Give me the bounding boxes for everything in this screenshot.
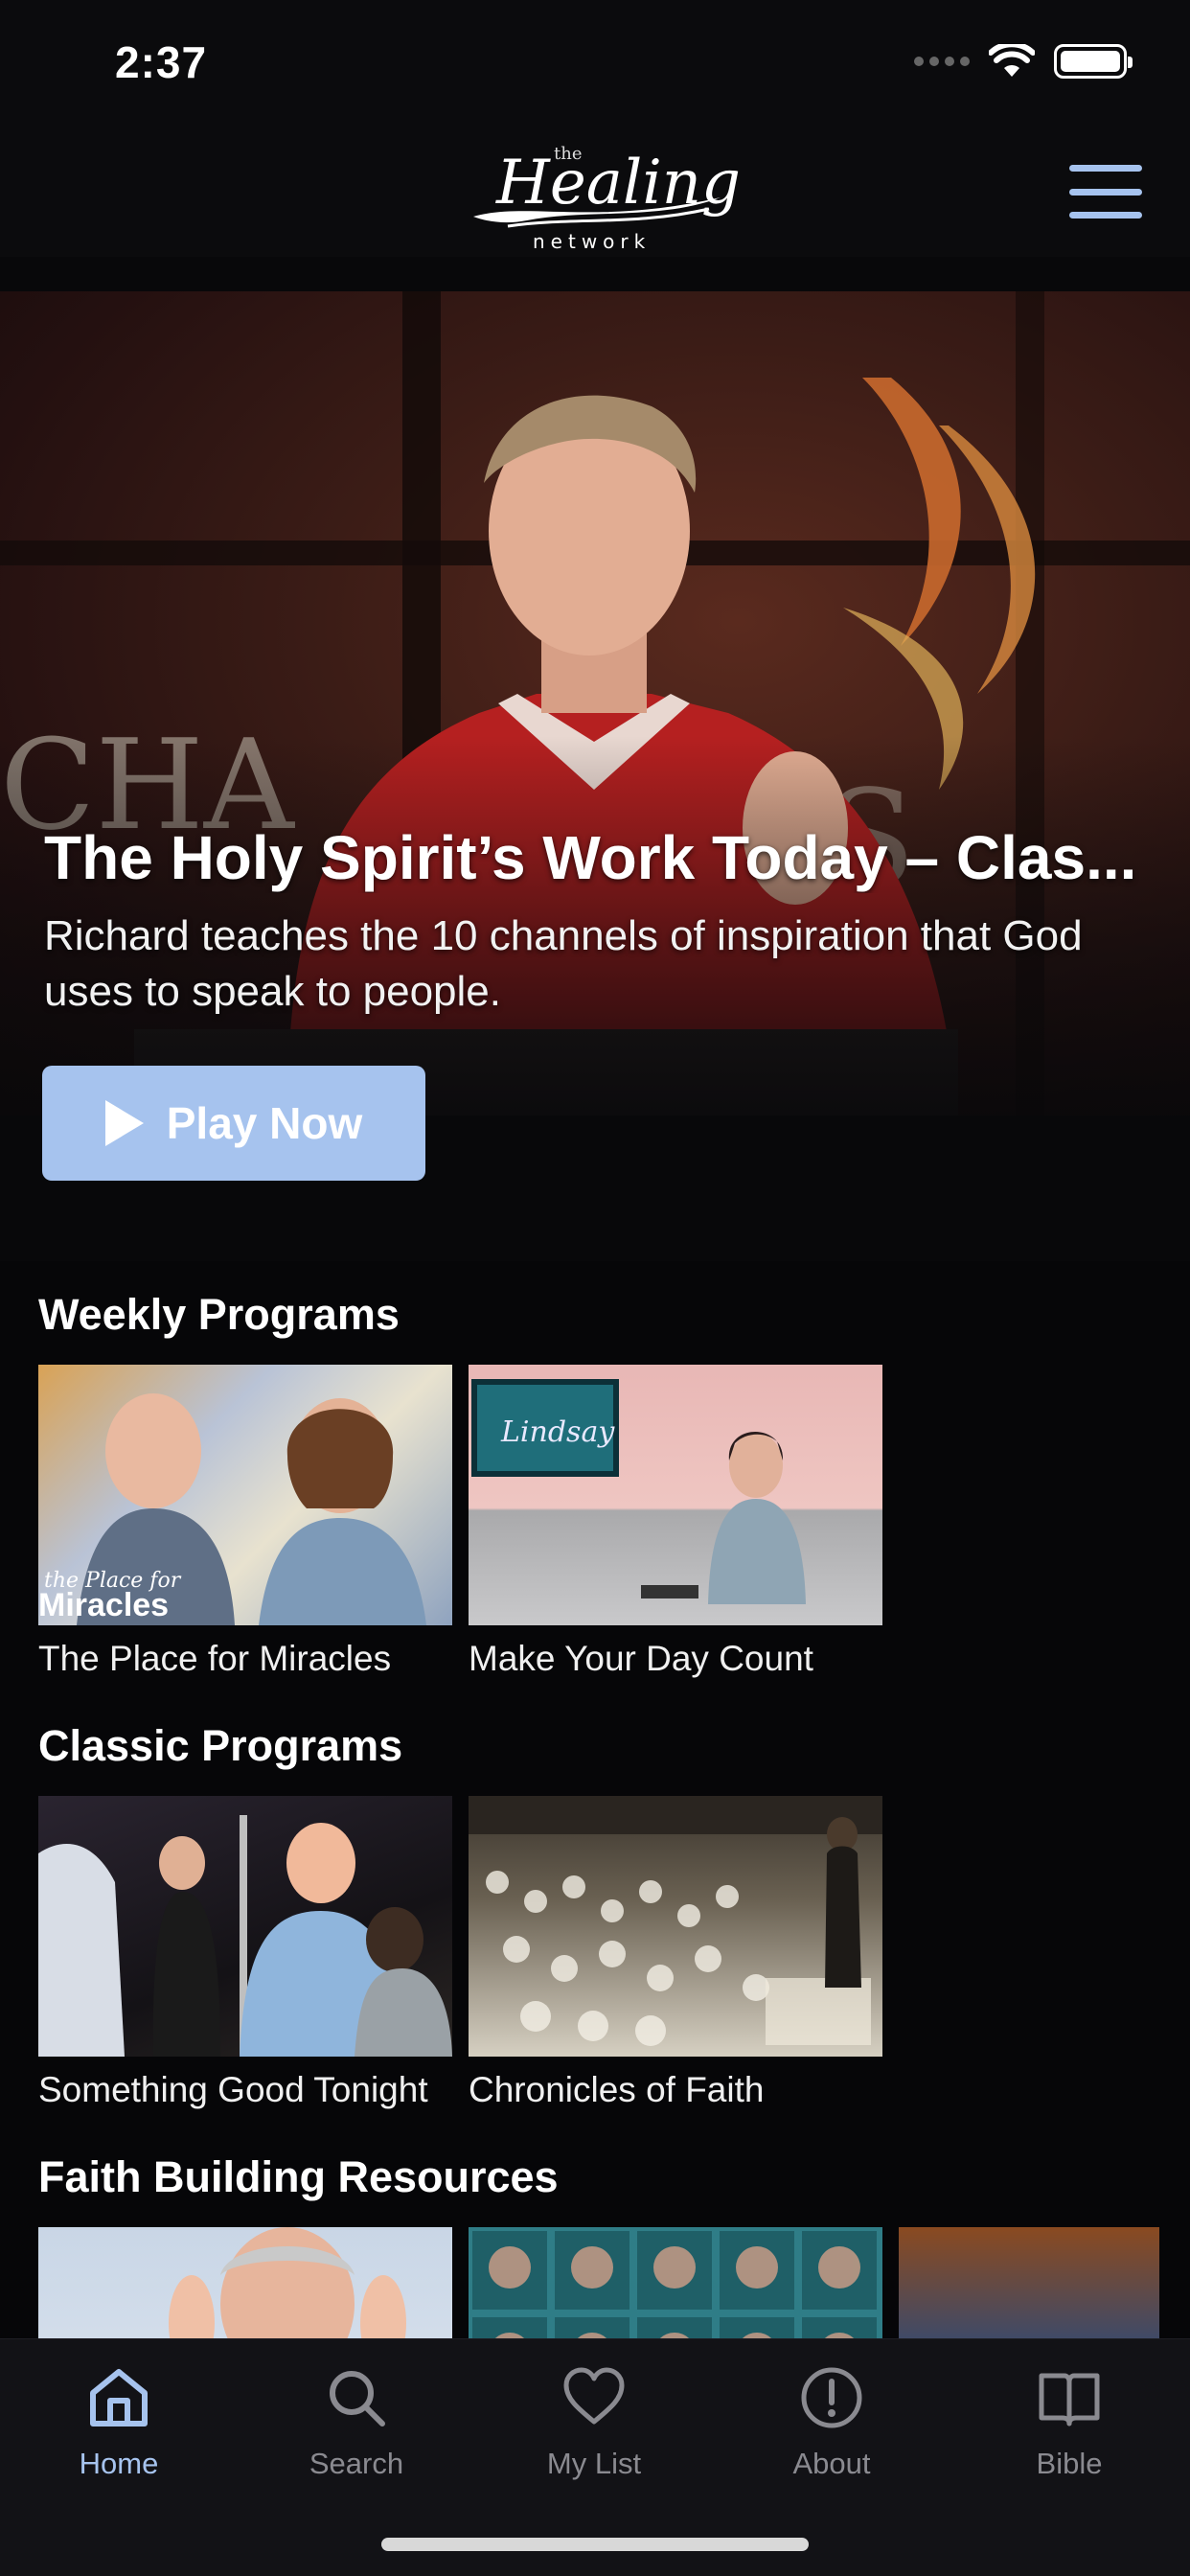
heart-icon <box>563 2367 625 2425</box>
search-icon <box>330 2371 385 2426</box>
menu-line <box>1069 165 1142 172</box>
program-thumbnail <box>38 1796 452 2057</box>
menu-button[interactable] <box>1069 165 1142 218</box>
program-card-place-for-miracles[interactable]: the Place for Miracles The Place for Mir… <box>38 1365 452 1679</box>
resource-thumbnail <box>899 2227 1159 2338</box>
tab-my-list[interactable]: My List <box>498 2362 690 2496</box>
resource-thumbnail <box>38 2227 452 2338</box>
menu-line <box>1069 188 1142 196</box>
resource-card[interactable] <box>469 2227 882 2338</box>
resource-card[interactable] <box>899 2227 1159 2338</box>
app-header: the Healing network <box>0 126 1190 257</box>
program-caption: Something Good Tonight <box>38 2070 428 2109</box>
info-icon <box>801 2367 862 2428</box>
program-thumbnail: Lindsay <box>469 1365 882 1625</box>
resource-thumbnail <box>469 2227 882 2338</box>
play-now-button[interactable]: Play Now <box>42 1066 425 1181</box>
play-icon <box>104 1100 144 1146</box>
program-thumbnail: the Place for Miracles <box>38 1365 452 1625</box>
app-logo[interactable]: the Healing network <box>469 136 741 253</box>
tab-label: About <box>792 2447 871 2480</box>
section-title-weekly-programs: Weekly Programs <box>38 1290 400 1339</box>
logo-swoosh-icon <box>473 197 721 228</box>
wifi-icon <box>989 44 1035 77</box>
program-caption: Make Your Day Count <box>469 1639 813 1678</box>
svg-text:Miracles: Miracles <box>38 1587 169 1623</box>
hero-banner[interactable]: CHA S The Holy Spirit’s Work Today – Cla… <box>0 257 1190 1261</box>
status-time: 2:37 <box>115 37 208 87</box>
program-card-something-good-tonight[interactable]: Something Good Tonight <box>38 1796 452 2110</box>
section-title-classic-programs: Classic Programs <box>38 1721 403 1770</box>
play-now-label: Play Now <box>166 1098 363 1148</box>
logo-sub: network <box>533 230 652 253</box>
program-caption: The Place for Miracles <box>38 1639 392 1678</box>
tab-home[interactable]: Home <box>23 2362 215 2496</box>
program-card-make-your-day-count[interactable]: Lindsay Make Your Day Count <box>469 1365 882 1679</box>
hero-description: Richard teaches the 10 channels of inspi… <box>44 912 1083 1015</box>
home-icon <box>90 2369 148 2426</box>
tab-label: Home <box>79 2447 159 2480</box>
program-card-chronicles-of-faith[interactable]: Chronicles of Faith <box>469 1796 882 2110</box>
content-sections[interactable]: Weekly Programs the Place for Miracles T… <box>0 1261 1190 2338</box>
book-icon <box>1039 2373 1100 2426</box>
program-caption: Chronicles of Faith <box>469 2070 765 2109</box>
tab-label: Search <box>309 2447 404 2480</box>
battery-icon <box>1054 44 1133 79</box>
status-bar: 2:37 <box>0 0 1190 126</box>
resource-card[interactable] <box>38 2227 452 2338</box>
cellular-signal-icon <box>914 57 970 66</box>
tab-about[interactable]: About <box>736 2362 927 2496</box>
tab-search[interactable]: Search <box>261 2362 452 2496</box>
menu-line <box>1069 212 1142 218</box>
status-icons <box>914 44 1133 79</box>
tab-label: Bible <box>1036 2447 1103 2480</box>
tab-bible[interactable]: Bible <box>973 2362 1165 2496</box>
svg-text:Lindsay: Lindsay <box>500 1415 615 1449</box>
section-title-faith-building-resources: Faith Building Resources <box>38 2152 559 2201</box>
program-thumbnail <box>469 1796 882 2057</box>
hero-title: The Holy Spirit’s Work Today – Clas... <box>44 823 1137 892</box>
home-indicator <box>381 2538 809 2551</box>
tab-label: My List <box>546 2447 642 2480</box>
